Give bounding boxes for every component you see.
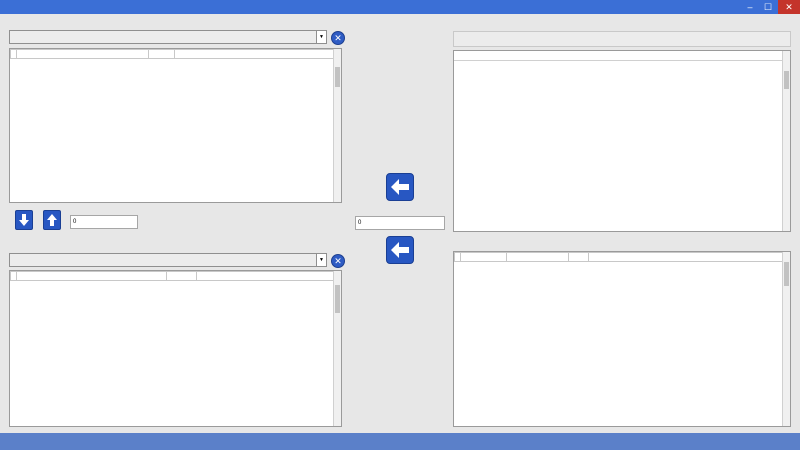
table-header-row <box>10 49 335 59</box>
left-top-combo[interactable]: ▼ <box>9 30 327 44</box>
arrow-left-icon <box>391 179 409 195</box>
chevron-down-icon[interactable]: ▼ <box>316 31 326 43</box>
arrow-up-icon <box>47 214 57 226</box>
arrow-down-icon <box>19 214 29 226</box>
right-bottom-grid[interactable] <box>453 251 791 427</box>
close-circle-icon: ✕ <box>334 256 342 266</box>
left-bottom-combo[interactable]: ▼ <box>9 253 327 267</box>
chevron-down-icon[interactable]: ▼ <box>316 254 326 266</box>
table-header-row <box>454 252 785 262</box>
table-header-row <box>10 271 335 281</box>
right-bottom-scrollbar[interactable] <box>782 252 790 426</box>
column-header-qty[interactable] <box>148 49 175 59</box>
maximize-button[interactable]: ☐ <box>760 0 776 14</box>
left-bottom-clear-button[interactable]: ✕ <box>331 254 345 268</box>
left-bottom-scrollbar[interactable] <box>333 271 341 426</box>
left-quantity-value: 0 <box>73 219 77 225</box>
list-header <box>454 51 784 61</box>
left-top-table <box>10 49 335 59</box>
arrow-left-icon <box>391 242 409 258</box>
right-list-scrollbar[interactable] <box>782 51 790 231</box>
minimize-button[interactable]: – <box>742 0 758 14</box>
column-header-name[interactable] <box>16 49 149 59</box>
scroll-thumb[interactable] <box>335 67 340 87</box>
column-filler <box>196 271 335 281</box>
column-header-qty[interactable] <box>166 271 197 281</box>
left-quantity-input[interactable]: 0 <box>70 215 138 229</box>
column-header-qty[interactable] <box>568 252 589 262</box>
close-circle-icon: ✕ <box>334 33 342 43</box>
scroll-thumb[interactable] <box>335 285 340 313</box>
move-to-left-button[interactable] <box>386 236 414 264</box>
left-top-scrollbar[interactable] <box>333 49 341 202</box>
left-bottom-table <box>10 271 335 281</box>
left-bottom-grid[interactable] <box>9 270 342 427</box>
right-product-list[interactable] <box>453 50 791 232</box>
column-filler <box>588 252 785 262</box>
column-header-room[interactable] <box>460 252 507 262</box>
scroll-thumb[interactable] <box>784 262 789 286</box>
title-bar: – ☐ ✕ <box>0 0 800 14</box>
find-button[interactable] <box>453 31 791 47</box>
column-filler <box>174 49 335 59</box>
scroll-thumb[interactable] <box>784 71 789 89</box>
move-to-right-button[interactable] <box>386 173 414 201</box>
close-button[interactable]: ✕ <box>778 0 800 14</box>
column-header-product[interactable] <box>506 252 569 262</box>
left-top-clear-button[interactable]: ✕ <box>331 31 345 45</box>
status-bar <box>0 433 800 450</box>
center-quantity-value: 0 <box>358 220 362 226</box>
left-top-grid[interactable] <box>9 48 342 203</box>
column-header-name[interactable] <box>16 271 167 281</box>
move-up-button[interactable] <box>43 210 61 230</box>
center-quantity-input[interactable]: 0 <box>355 216 445 230</box>
move-down-button[interactable] <box>15 210 33 230</box>
right-bottom-table <box>454 252 785 262</box>
